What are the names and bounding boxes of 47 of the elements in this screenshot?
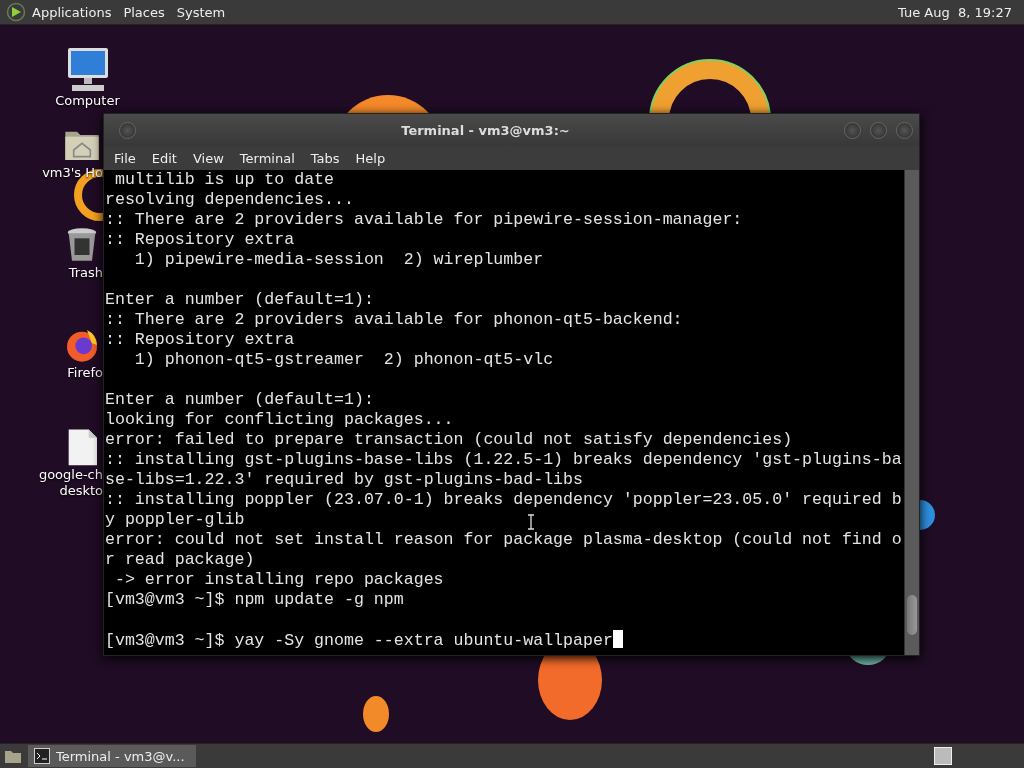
terminal-line: :: There are 2 providers available for pipewire-session-manager: <box>105 210 743 229</box>
scrollbar[interactable] <box>904 170 919 655</box>
menu-item[interactable]: Tabs <box>302 148 348 168</box>
play-circle-icon[interactable] <box>6 2 26 22</box>
desktop-icon-label[interactable]: vm3's Ho <box>42 165 103 181</box>
menu-item[interactable]: File <box>106 148 144 168</box>
desktop-icon-label[interactable]: Firefo <box>67 365 103 381</box>
desktop-icon-label[interactable]: Computer <box>55 93 120 109</box>
terminal-line: error: could not set install reason for package plasma-desktop (could not find o <box>105 530 902 549</box>
terminal-line: -> error installing repo packages <box>113 570 444 589</box>
workspace-switcher[interactable] <box>934 747 952 765</box>
terminal-line: [vm3@vm3 ~]$ npm update -g npm <box>105 590 404 609</box>
desktop-icon-label[interactable]: google-ch <box>38 467 103 483</box>
i-beam-pointer-icon <box>527 514 535 530</box>
panel-menu[interactable]: Places <box>117 2 171 22</box>
panel-menu[interactable]: System <box>170 2 232 22</box>
terminal-line: 1) phonon-qt5-gstreamer 2) phonon-qt5-vlc <box>133 350 554 369</box>
panel-menu[interactable]: Applications <box>26 2 118 22</box>
terminal-line: 1) pipewire-media-session 2) wireplumber <box>133 250 544 269</box>
terminal-line: r read package) <box>105 550 255 569</box>
scrollbar-thumb[interactable] <box>907 595 917 635</box>
desktop-icon-label[interactable]: deskto <box>59 483 103 499</box>
menu-item[interactable]: Terminal <box>231 148 303 168</box>
terminal-line: y poppler-glib <box>105 510 245 529</box>
terminal-line: :: installing gst-plugins-base-libs (1.22.5-1) breaks dependency 'gst-plugins-ba <box>105 450 902 469</box>
terminal-line: :: Repository extra <box>105 230 295 249</box>
menu-item[interactable]: Help <box>347 148 394 168</box>
terminal-line: [vm3@vm3 ~]$ yay -Sy gnome --extra ubuntu-wallpaper <box>105 631 613 650</box>
terminal-line: :: installing poppler (23.07.0-1) breaks dependency 'poppler=23.05.0' required b <box>105 490 902 509</box>
terminal-line: multilib is up to date <box>113 170 335 189</box>
desktop-icon-label[interactable]: Trash <box>68 265 103 281</box>
terminal-line: :: There are 2 providers available for phonon-qt5-backend: <box>105 310 683 329</box>
wallpaper-shape <box>363 696 389 732</box>
terminal-line: Enter a number (default=1): <box>105 290 374 309</box>
menu-item[interactable]: View <box>184 148 232 168</box>
terminal-line: :: Repository extra <box>105 330 295 349</box>
terminal-line: Enter a number (default=1): <box>105 390 374 409</box>
taskbar-button[interactable]: Terminal - vm3@v... <box>28 745 196 767</box>
terminal-line: resolving dependencies... <box>105 190 354 209</box>
show-desktop-icon[interactable] <box>4 748 22 764</box>
clock[interactable]: Tue Aug 8, 19:27 <box>894 4 1016 20</box>
window-title: Terminal - vm3@vm3:~ <box>400 122 571 138</box>
terminal-icon <box>34 748 50 764</box>
terminal-line: se-libs=1.22.3' required by gst-plugins-bad-libs <box>105 470 583 489</box>
terminal-line: looking for conflicting packages... <box>105 410 454 429</box>
menu-item[interactable]: Edit <box>143 148 185 168</box>
terminal-line: error: failed to prepare transaction (could not satisfy dependencies) <box>105 430 793 449</box>
